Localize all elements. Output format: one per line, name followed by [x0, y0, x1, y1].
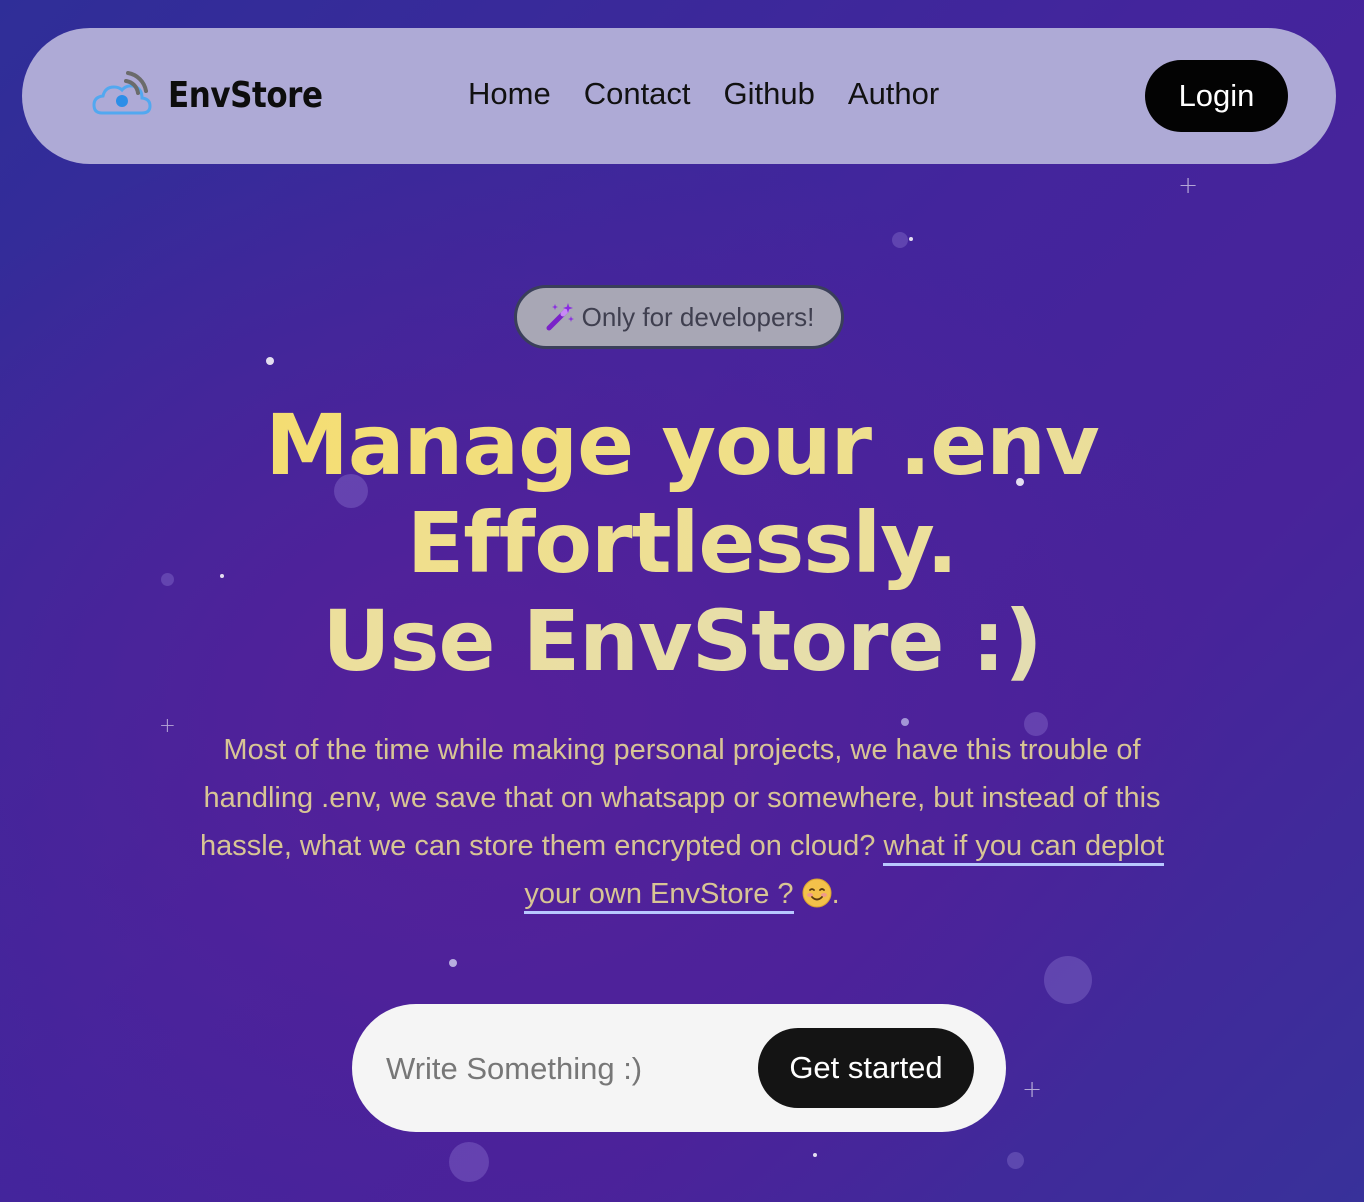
smiling-face-icon	[802, 878, 832, 908]
decor-dot	[813, 1153, 817, 1157]
nav-link-contact[interactable]: Contact	[584, 74, 691, 114]
nav-links: Home Contact Github Author	[468, 74, 972, 114]
brand[interactable]: EnvStore	[92, 60, 348, 130]
login-button[interactable]: Login	[1145, 60, 1288, 132]
decor-dot	[901, 718, 909, 726]
decor-bubble	[1044, 956, 1092, 1004]
decor-bubble	[1007, 1152, 1024, 1169]
decor-dot	[449, 959, 457, 967]
cloud-wifi-icon	[92, 71, 152, 115]
sparkle-plus-icon: +	[1022, 1075, 1043, 1103]
headline-line-1: Manage your .env	[0, 396, 1364, 494]
description-end: .	[831, 878, 840, 910]
cta-input[interactable]	[384, 1042, 748, 1096]
hero-headline: Manage your .env Effortlessly. Use EnvSt…	[0, 396, 1364, 690]
decor-dot	[266, 357, 274, 365]
sparkle-plus-icon: +	[159, 713, 176, 737]
decor-dot	[909, 237, 913, 241]
developer-badge: Only for developers!	[514, 285, 844, 349]
nav-link-github[interactable]: Github	[724, 74, 815, 114]
magic-wand-icon	[546, 303, 574, 331]
landing-page: + + + EnvStore Home Contact Github Autho…	[0, 0, 1364, 1202]
decor-bubble	[892, 232, 908, 248]
top-navbar: EnvStore Home Contact Github Author Logi…	[22, 28, 1336, 164]
badge-text: Only for developers!	[581, 301, 815, 332]
sparkle-plus-icon: +	[1178, 171, 1199, 199]
headline-line-3: Use EnvStore :)	[0, 592, 1364, 690]
cta-box: Get started	[352, 1004, 1006, 1132]
hero-description: Most of the time while making personal p…	[182, 726, 1182, 918]
nav-link-author[interactable]: Author	[848, 74, 939, 114]
get-started-button[interactable]: Get started	[758, 1028, 974, 1108]
brand-name: EnvStore	[168, 74, 323, 116]
headline-line-2: Effortlessly.	[0, 494, 1364, 592]
decor-bubble	[449, 1142, 489, 1182]
nav-link-home[interactable]: Home	[468, 74, 551, 114]
